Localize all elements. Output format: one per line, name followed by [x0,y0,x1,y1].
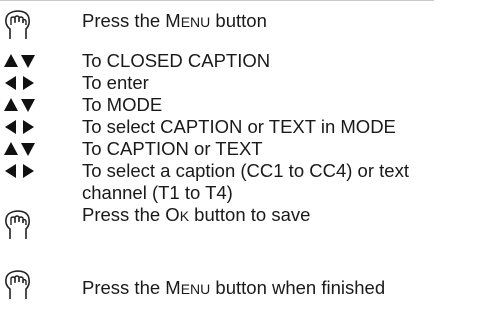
step-text: To select CAPTION or TEXT in MODE [82,116,396,137]
ok-key-initial: O [165,204,180,225]
step-press-ok: Press the OK button to save [0,204,482,240]
step-text: To CAPTION or TEXT [82,138,263,159]
step-text-prefix: Press the [82,204,166,225]
step-text: To select a caption (CC1 to CC4) or text… [82,160,409,203]
step-select-mode: To select CAPTION or TEXT in MODE [0,116,482,138]
step-press-menu: Press the MENU button [0,8,482,39]
hand-press-icon [5,10,30,39]
left-right-arrows-icon [5,120,34,134]
ok-key-rest: K [179,208,190,224]
step-enter: To enter [0,72,482,94]
menu-key-initial: M [165,10,181,31]
menu-key-initial: M [165,277,181,298]
menu-key-rest: ENU [180,281,211,297]
step-text-prefix: Press the [82,277,166,298]
top-divider [0,0,434,1]
step-select-channel: To select a caption (CC1 to CC4) or text… [0,160,482,204]
hand-press-icon [5,270,30,299]
step-mode: To MODE [0,94,482,116]
step-text: Press the MENU button [82,10,477,33]
up-down-arrows-icon [4,142,35,156]
step-text-prefix: Press the [82,10,166,31]
left-right-arrows-icon [5,164,34,178]
left-right-arrows-icon [5,76,34,90]
up-down-arrows-icon [4,98,35,112]
step-caption-or-text: To CAPTION or TEXT [0,138,482,160]
step-text: To enter [82,72,149,93]
step-text: Press the MENU button when finished [82,277,477,300]
step-text-suffix: button [210,10,267,31]
step-text-suffix: button when finished [210,277,386,298]
up-down-arrows-icon [4,54,35,68]
step-press-menu-finished: Press the MENU button when finished [0,268,482,302]
step-text: To MODE [82,94,163,115]
hand-press-icon [5,210,30,239]
step-text-suffix: button to save [189,204,311,225]
step-text: Press the OK button to save [82,204,477,227]
step-closed-caption: To CLOSED CAPTION [0,50,482,72]
step-text: To CLOSED CAPTION [82,50,271,71]
menu-key-rest: ENU [180,14,211,30]
